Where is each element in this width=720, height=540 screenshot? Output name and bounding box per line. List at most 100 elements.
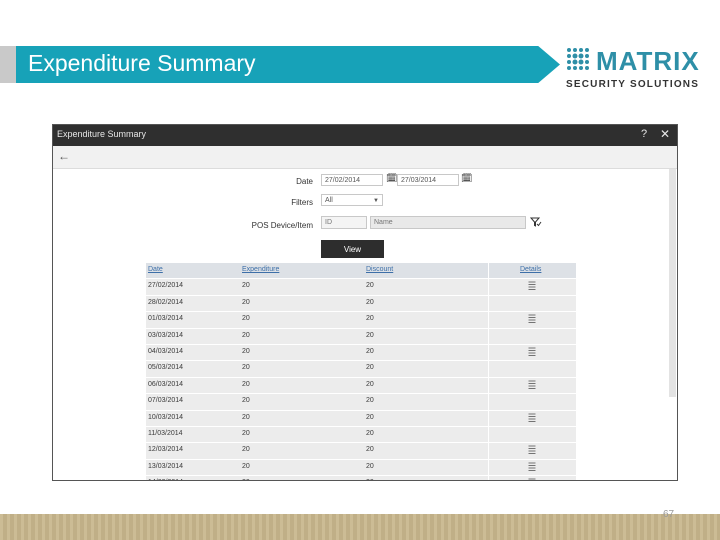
column-divider [488,361,489,377]
header-date[interactable]: Date [148,266,163,273]
slide-title: Expenditure Summary [28,50,256,76]
column-divider [488,443,489,459]
cell-date: 11/03/2014 [148,429,183,437]
cell-expenditure: 20 [242,298,250,306]
cell-discount: 20 [366,429,374,437]
header-discount[interactable]: Discount [366,266,393,273]
details-list-icon[interactable] [528,347,536,357]
cell-expenditure: 20 [242,380,250,388]
help-icon[interactable]: ? [641,128,647,140]
cell-expenditure: 20 [242,282,250,290]
table-row: 14/03/2014 20 20 [146,476,576,481]
column-divider [488,426,489,443]
table-row: 05/03/2014 20 20 [146,361,576,378]
matrix-logo: MATRIX SECURITY SOLUTIONS [566,45,699,95]
page-number: 67 [663,509,675,520]
cell-discount: 20 [366,331,374,339]
filters-label: Filters [291,198,313,207]
calendar-icon[interactable]: 🗓 [386,173,397,184]
table-row: 07/03/2014 20 20 [146,394,576,411]
column-divider [488,295,489,312]
table-row: 03/03/2014 20 20 [146,328,576,345]
matrix-logo-mark-icon [567,48,589,70]
column-divider [488,263,489,279]
cell-date: 04/03/2014 [148,347,184,355]
table-body: 27/02/2014 20 20 28/02/2014 20 20 01/03/2014 20… [146,279,576,481]
close-icon[interactable]: ✕ [660,127,670,141]
view-button[interactable]: View [321,240,384,258]
logo-tagline: SECURITY SOLUTIONS [566,79,700,90]
details-list-icon[interactable] [528,380,536,390]
cell-discount: 20 [366,282,374,290]
cell-date: 13/03/2014 [148,462,184,470]
date-from-input[interactable]: 27/02/2014 [321,174,383,186]
header-expenditure[interactable]: Expenditure [242,266,279,273]
cell-date: 03/03/2014 [148,331,184,339]
pos-name-input[interactable] [370,216,526,229]
cell-date: 28/02/2014 [148,298,184,306]
slide-title-bar: Expenditure Summary [0,46,560,83]
calendar-icon[interactable]: 🗓 [461,173,472,184]
table-row: 11/03/2014 20 20 [146,426,576,444]
cell-expenditure: 20 [242,462,250,470]
column-divider [488,394,489,410]
window-toolbar: ← [53,146,677,169]
column-divider [488,377,489,394]
cell-discount: 20 [366,446,374,454]
logo-name: MATRIX [596,46,700,76]
title-bar-grey-tab [0,46,16,83]
back-arrow-icon[interactable]: ← [58,149,70,163]
cell-date: 01/03/2014 [148,315,184,323]
details-list-icon[interactable] [528,462,536,472]
table-row: 28/02/2014 20 20 [146,295,576,313]
details-list-icon[interactable] [528,314,536,324]
cell-expenditure: 20 [242,429,250,437]
column-divider [488,312,489,328]
cell-discount: 20 [366,479,374,480]
date-to-input[interactable]: 27/03/2014 [397,174,459,186]
cell-date: 07/03/2014 [148,397,184,405]
cell-expenditure: 20 [242,331,250,339]
cell-expenditure: 20 [242,413,250,421]
table-row: 27/02/2014 20 20 [146,279,576,296]
chevron-down-icon: ▼ [373,198,379,204]
vertical-scrollbar[interactable] [669,169,676,397]
cell-discount: 20 [366,347,374,355]
header-details[interactable]: Details [520,266,541,273]
cell-expenditure: 20 [242,315,250,323]
filter-check-icon[interactable] [530,216,542,228]
cell-expenditure: 20 [242,479,250,480]
table-row: 13/03/2014 20 20 [146,459,576,477]
table-row: 10/03/2014 20 20 [146,410,576,427]
cell-date: 10/03/2014 [148,413,184,421]
column-divider [488,476,489,480]
table-row: 01/03/2014 20 20 [146,312,576,329]
date-label: Date [296,177,313,186]
cell-discount: 20 [366,413,374,421]
cell-date: 12/03/2014 [148,446,184,454]
column-divider [488,344,489,361]
pos-device-label: POS Device/Item [251,221,313,230]
cell-date: 27/02/2014 [148,282,184,290]
cell-date: 14/03/2014 [148,479,183,480]
filters-select[interactable]: All ▼ [321,194,383,206]
filters-select-value: All [325,197,333,204]
cell-expenditure: 20 [242,364,250,372]
cell-discount: 20 [366,462,374,470]
cell-expenditure: 20 [242,397,250,405]
app-window: Expenditure Summary ? ✕ ← Date 27/02/201… [52,124,678,481]
table-row: 12/03/2014 20 20 [146,443,576,460]
column-divider [488,459,489,476]
details-list-icon[interactable] [528,281,536,291]
details-list-icon[interactable] [528,413,536,423]
details-list-icon[interactable] [528,478,536,481]
table-row: 04/03/2014 20 20 [146,344,576,362]
pos-id-input[interactable] [321,216,367,229]
cell-discount: 20 [366,397,374,405]
cell-date: 06/03/2014 [148,380,184,388]
column-divider [488,279,489,295]
details-list-icon[interactable] [528,445,536,455]
cell-discount: 20 [366,364,374,372]
cell-expenditure: 20 [242,446,250,454]
column-divider [488,328,489,344]
